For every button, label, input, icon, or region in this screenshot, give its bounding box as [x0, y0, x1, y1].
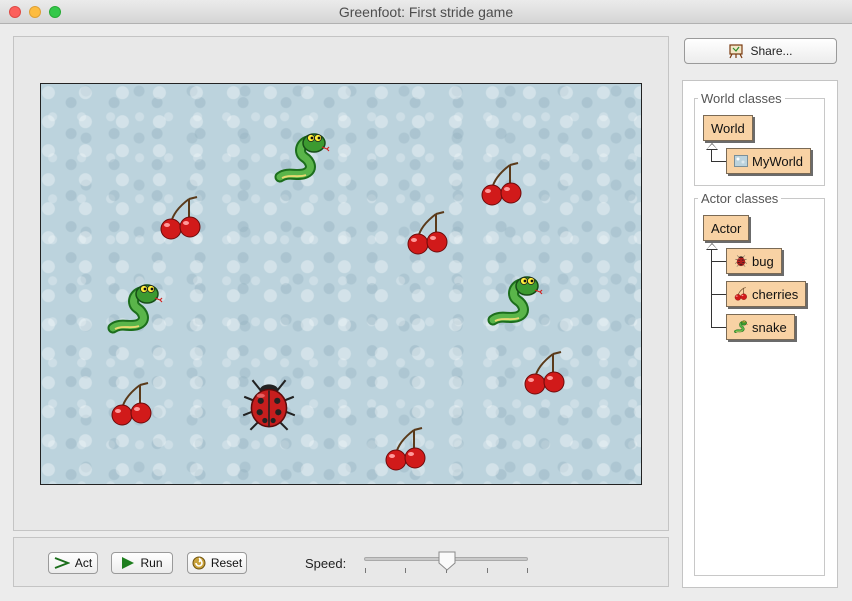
inherits-arrow: [706, 143, 718, 150]
class-world[interactable]: World: [703, 115, 753, 141]
speed-tick: [527, 568, 528, 573]
world-thumbnail-icon: [734, 155, 748, 167]
speed-label: Speed:: [305, 556, 347, 571]
run-button[interactable]: Run: [111, 552, 173, 574]
speed-tick: [405, 568, 406, 573]
play-icon: [122, 557, 135, 569]
tree-line: [711, 161, 726, 162]
snake-icon: [734, 320, 748, 334]
ladybug-actor[interactable]: [238, 374, 300, 436]
speed-slider-thumb[interactable]: [438, 551, 456, 571]
world-canvas[interactable]: [40, 83, 642, 485]
speed-tick: [487, 568, 488, 573]
snake-actor[interactable]: [107, 282, 163, 338]
actor-classes-title: Actor classes: [698, 191, 782, 206]
cherries-actor[interactable]: [159, 195, 203, 241]
tree-line: [711, 294, 726, 295]
cherries-actor[interactable]: [110, 381, 154, 427]
snake-actor[interactable]: [487, 274, 543, 330]
window-title: Greenfoot: First stride game: [338, 4, 514, 20]
run-button-label: Run: [140, 556, 163, 570]
class-myworld[interactable]: MyWorld: [726, 148, 812, 174]
snake-actor[interactable]: [274, 131, 330, 187]
step-arrow-icon: [54, 557, 70, 569]
title-bar: Greenfoot: First stride game: [0, 0, 852, 24]
cherries-actor[interactable]: [480, 161, 524, 207]
world-classes-title: World classes: [698, 91, 785, 106]
cherries-actor[interactable]: [406, 210, 450, 256]
class-snake[interactable]: snake: [726, 314, 795, 340]
act-button[interactable]: Act: [48, 552, 98, 574]
reset-icon: [192, 556, 206, 570]
cherries-actor[interactable]: [384, 426, 428, 472]
reset-button[interactable]: Reset: [187, 552, 247, 574]
share-button[interactable]: Share...: [684, 38, 837, 64]
ladybug-icon: [734, 254, 748, 268]
reset-button-label: Reset: [210, 556, 243, 570]
act-button-label: Act: [74, 556, 93, 570]
tree-line: [711, 261, 726, 262]
tree-line: [711, 327, 726, 328]
cherries-icon: [734, 287, 748, 301]
speed-tick: [365, 568, 366, 573]
class-actor[interactable]: Actor: [703, 215, 750, 241]
cherries-actor[interactable]: [523, 350, 567, 396]
easel-icon: [729, 44, 744, 59]
share-button-label: Share...: [750, 44, 793, 58]
inherits-arrow: [706, 243, 718, 250]
class-bug[interactable]: bug: [726, 248, 782, 274]
class-cherries[interactable]: cherries: [726, 281, 807, 307]
